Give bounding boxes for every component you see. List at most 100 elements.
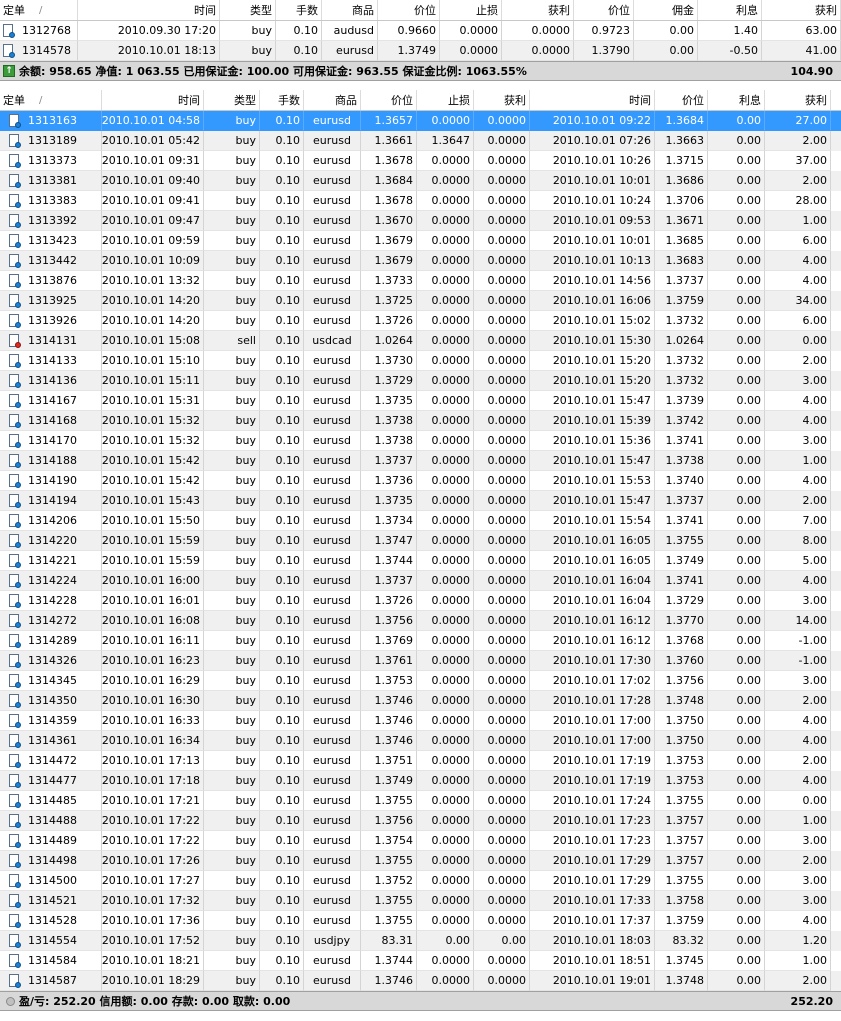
history-row[interactable]: 1314345 2010.10.01 16:29 buy 0.10 eurusd 1.37…	[0, 671, 841, 691]
col-header-profit[interactable]: 获利	[762, 0, 841, 20]
history-row[interactable]: 1313163 2010.10.01 04:58 buy 0.10 eurusd 1.36…	[0, 111, 841, 131]
hist-cell-open_price: 1.3729	[361, 371, 417, 391]
history-row[interactable]: 1314221 2010.10.01 15:59 buy 0.10 eurusd 1.37…	[0, 551, 841, 571]
history-row[interactable]: 1313876 2010.10.01 13:32 buy 0.10 eurusd 1.37…	[0, 271, 841, 291]
history-row[interactable]: 1313442 2010.10.01 10:09 buy 0.10 eurusd 1.36…	[0, 251, 841, 271]
history-row[interactable]: 1313392 2010.10.01 09:47 buy 0.10 eurusd 1.36…	[0, 211, 841, 231]
hist-cell-type-text: buy	[235, 694, 256, 707]
col-header-time[interactable]: 时间	[78, 0, 220, 20]
history-row[interactable]: 1314194 2010.10.01 15:43 buy 0.10 eurusd 1.37…	[0, 491, 841, 511]
col-header-lots[interactable]: 手数	[276, 0, 322, 20]
history-row[interactable]: 1314133 2010.10.01 15:10 buy 0.10 eurusd 1.37…	[0, 351, 841, 371]
hist-cell-lots: 0.10	[260, 871, 304, 891]
history-row[interactable]: 1314228 2010.10.01 16:01 buy 0.10 eurusd 1.37…	[0, 591, 841, 611]
hist-cell-type-text: buy	[235, 794, 256, 807]
history-row[interactable]: 1314136 2010.10.01 15:11 buy 0.10 eurusd 1.37…	[0, 371, 841, 391]
account-arrow-icon: ↑	[3, 65, 15, 77]
history-row[interactable]: 1313423 2010.10.01 09:59 buy 0.10 eurusd 1.36…	[0, 231, 841, 251]
col-header-symbol[interactable]: 商品	[322, 0, 378, 20]
hist-cell-type: buy	[204, 651, 260, 671]
buy-order-icon	[9, 953, 21, 968]
hist-cell-open_price: 1.3744	[361, 551, 417, 571]
col-header-type[interactable]: 类型	[220, 0, 276, 20]
history-row[interactable]: 1313925 2010.10.01 14:20 buy 0.10 eurusd 1.37…	[0, 291, 841, 311]
cell-profit-text: 41.00	[805, 44, 838, 57]
hist-col-header-tp[interactable]: 获利	[474, 90, 530, 110]
history-row[interactable]: 1313383 2010.10.01 09:41 buy 0.10 eurusd 1.36…	[0, 191, 841, 211]
history-row[interactable]: 1314326 2010.10.01 16:23 buy 0.10 eurusd 1.37…	[0, 651, 841, 671]
hist-cell-open_time-text: 2010.10.01 09:41	[102, 194, 200, 207]
hist-cell-close_time: 2010.10.01 15:30	[530, 331, 655, 351]
col-header-tp[interactable]: 获利	[502, 0, 574, 20]
history-row[interactable]: 1314289 2010.10.01 16:11 buy 0.10 eurusd 1.37…	[0, 631, 841, 651]
history-row[interactable]: 1314500 2010.10.01 17:27 buy 0.10 eurusd 1.37…	[0, 871, 841, 891]
history-row[interactable]: 1314167 2010.10.01 15:31 buy 0.10 eurusd 1.37…	[0, 391, 841, 411]
col-header-ticket[interactable]: 定单 /	[0, 0, 78, 20]
history-row[interactable]: 1314131 2010.10.01 15:08 sell 0.10 usdcad 1.0…	[0, 331, 841, 351]
hist-cell-close_time-text: 2010.10.01 15:53	[552, 474, 651, 487]
history-row[interactable]: 1314168 2010.10.01 15:32 buy 0.10 eurusd 1.37…	[0, 411, 841, 431]
open-trade-row[interactable]: 1314578 2010.10.01 18:13 buy 0.10 eurusd 1.37…	[0, 41, 841, 61]
history-row[interactable]: 1314489 2010.10.01 17:22 buy 0.10 eurusd 1.37…	[0, 831, 841, 851]
history-row[interactable]: 1314498 2010.10.01 17:26 buy 0.10 eurusd 1.37…	[0, 851, 841, 871]
hist-cell-open_price: 1.3744	[361, 951, 417, 971]
history-row[interactable]: 1314485 2010.10.01 17:21 buy 0.10 eurusd 1.37…	[0, 791, 841, 811]
hist-col-header-close-price[interactable]: 价位	[655, 90, 708, 110]
open-trade-row[interactable]: 1312768 2010.09.30 17:20 buy 0.10 audusd 0.96…	[0, 21, 841, 41]
history-row[interactable]: 1314206 2010.10.01 15:50 buy 0.10 eurusd 1.37…	[0, 511, 841, 531]
hist-cell-ticket: 1314228	[0, 591, 102, 611]
hist-col-header-close-time[interactable]: 时间	[530, 90, 655, 110]
history-row[interactable]: 1314488 2010.10.01 17:22 buy 0.10 eurusd 1.37…	[0, 811, 841, 831]
hist-cell-open_time: 2010.10.01 15:50	[102, 511, 204, 531]
hist-col-header-profit[interactable]: 获利	[765, 90, 831, 110]
hist-cell-type-text: buy	[235, 454, 256, 467]
hist-cell-open_time: 2010.10.01 15:32	[102, 411, 204, 431]
hist-col-header-sl[interactable]: 止损	[417, 90, 474, 110]
hist-cell-symbol: eurusd	[304, 811, 361, 831]
history-row[interactable]: 1313926 2010.10.01 14:20 buy 0.10 eurusd 1.37…	[0, 311, 841, 331]
hist-cell-lots-text: 0.10	[275, 774, 301, 787]
hist-col-header-symbol[interactable]: 商品	[304, 90, 361, 110]
history-row[interactable]: 1314554 2010.10.01 17:52 buy 0.10 usdjpy 83.3…	[0, 931, 841, 951]
history-row[interactable]: 1313373 2010.10.01 09:31 buy 0.10 eurusd 1.36…	[0, 151, 841, 171]
history-row[interactable]: 1314477 2010.10.01 17:18 buy 0.10 eurusd 1.37…	[0, 771, 841, 791]
hist-cell-tp-text: 0.0000	[487, 634, 527, 647]
history-row[interactable]: 1313189 2010.10.01 05:42 buy 0.10 eurusd 1.36…	[0, 131, 841, 151]
history-row[interactable]: 1314359 2010.10.01 16:33 buy 0.10 eurusd 1.37…	[0, 711, 841, 731]
hist-cell-lots: 0.10	[260, 891, 304, 911]
hist-cell-close_price-text: 1.3706	[665, 194, 705, 207]
col-header-commission[interactable]: 佣金	[634, 0, 698, 20]
hist-col-header-open-price[interactable]: 价位	[361, 90, 417, 110]
hist-col-header-lots[interactable]: 手数	[260, 90, 304, 110]
history-row[interactable]: 1314272 2010.10.01 16:08 buy 0.10 eurusd 1.37…	[0, 611, 841, 631]
hist-cell-open_time-text: 2010.10.01 17:52	[102, 934, 200, 947]
col-header-sl[interactable]: 止损	[440, 0, 502, 20]
history-row[interactable]: 1314472 2010.10.01 17:13 buy 0.10 eurusd 1.37…	[0, 751, 841, 771]
history-row[interactable]: 1314220 2010.10.01 15:59 buy 0.10 eurusd 1.37…	[0, 531, 841, 551]
history-row[interactable]: 1314350 2010.10.01 16:30 buy 0.10 eurusd 1.37…	[0, 691, 841, 711]
history-row[interactable]: 1314587 2010.10.01 18:29 buy 0.10 eurusd 1.37…	[0, 971, 841, 991]
history-row[interactable]: 1314224 2010.10.01 16:00 buy 0.10 eurusd 1.37…	[0, 571, 841, 591]
history-row[interactable]: 1314584 2010.10.01 18:21 buy 0.10 eurusd 1.37…	[0, 951, 841, 971]
hist-cell-sl: 0.0000	[417, 971, 474, 991]
col-header-current-price[interactable]: 价位	[574, 0, 634, 20]
col-header-price[interactable]: 价位	[378, 0, 440, 20]
hist-cell-profit: 4.00	[765, 411, 831, 431]
hist-cell-open_time-text: 2010.10.01 17:13	[102, 754, 200, 767]
history-row[interactable]: 1314361 2010.10.01 16:34 buy 0.10 eurusd 1.37…	[0, 731, 841, 751]
hist-cell-sl: 0.0000	[417, 671, 474, 691]
history-row[interactable]: 1314521 2010.10.01 17:32 buy 0.10 eurusd 1.37…	[0, 891, 841, 911]
history-row[interactable]: 1313381 2010.10.01 09:40 buy 0.10 eurusd 1.36…	[0, 171, 841, 191]
hist-col-header-ticket[interactable]: 定单 /	[0, 90, 102, 110]
hist-cell-tp: 0.0000	[474, 911, 530, 931]
hist-cell-sl-text: 0.0000	[431, 274, 471, 287]
col-header-swap[interactable]: 利息	[698, 0, 762, 20]
hist-col-header-open-time[interactable]: 时间	[102, 90, 204, 110]
hist-col-header-swap[interactable]: 利息	[708, 90, 765, 110]
history-row[interactable]: 1314190 2010.10.01 15:42 buy 0.10 eurusd 1.37…	[0, 471, 841, 491]
history-row[interactable]: 1314170 2010.10.01 15:32 buy 0.10 eurusd 1.37…	[0, 431, 841, 451]
history-row[interactable]: 1314528 2010.10.01 17:36 buy 0.10 eurusd 1.37…	[0, 911, 841, 931]
history-row[interactable]: 1314188 2010.10.01 15:42 buy 0.10 eurusd 1.37…	[0, 451, 841, 471]
hist-col-header-type[interactable]: 类型	[204, 90, 260, 110]
hist-cell-sl: 0.0000	[417, 191, 474, 211]
